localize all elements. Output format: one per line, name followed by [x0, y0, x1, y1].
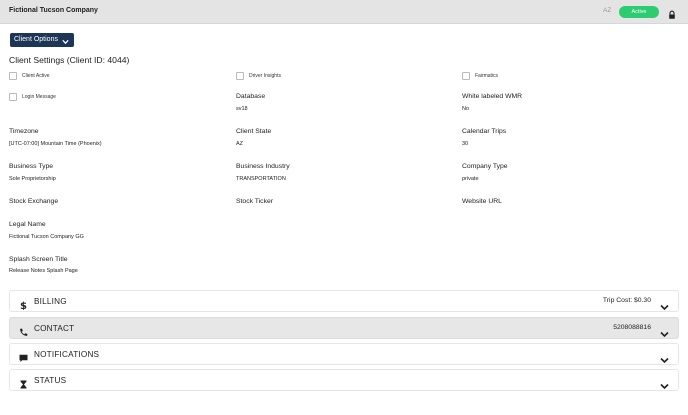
calendar-trips-label: Calendar Trips — [462, 128, 507, 135]
login-message-checkbox-row[interactable]: Login Message — [9, 93, 56, 101]
fairmatics-checkbox-row[interactable]: Fairmatics — [462, 72, 498, 80]
chevron-down-icon[interactable] — [660, 351, 669, 364]
hourglass-icon — [19, 376, 28, 389]
login-message-checkbox[interactable] — [9, 93, 17, 101]
chevron-down-icon[interactable] — [660, 298, 669, 311]
timezone-value: [UTC-07:00] Mountain Time (Phoenix) — [9, 141, 102, 147]
company-type-value: private — [462, 176, 479, 182]
trip-cost: Trip Cost: $0.30 — [602, 297, 651, 304]
business-industry-label: Business Industry — [236, 163, 290, 170]
client-active-label: Client Active — [22, 73, 50, 79]
panel-billing[interactable]: $ BILLING Trip Cost: $0.30 — [9, 290, 679, 312]
state-code: AZ — [603, 7, 612, 14]
client-options-label: Client Options — [14, 36, 58, 43]
fairmatics-checkbox[interactable] — [462, 72, 470, 80]
driver-insights-label: Driver Insights — [249, 73, 281, 79]
splash-title-label: Splash Screen Title — [9, 256, 68, 263]
svg-text:$: $ — [20, 301, 27, 310]
contact-phone: 5208088816 — [613, 324, 651, 331]
legal-name-value: Fictional Tucson Company GG — [9, 234, 84, 240]
company-type-label: Company Type — [462, 163, 508, 170]
panel-status-title: STATUS — [34, 376, 67, 385]
top-bar: Fictional Tucson Company AZ Active — [0, 0, 688, 24]
company-name: Fictional Tucson Company — [9, 7, 98, 14]
splash-title-value: Release Notes Splash Page — [9, 268, 78, 274]
status-badge[interactable]: Active — [619, 6, 659, 18]
stock-exchange-label: Stock Exchange — [9, 198, 59, 205]
panel-billing-title: BILLING — [34, 297, 67, 306]
panel-contact[interactable]: CONTACT 5208088816 — [9, 317, 679, 339]
driver-insights-checkbox[interactable] — [236, 72, 244, 80]
dollar-icon: $ — [19, 297, 28, 312]
client-active-checkbox-row[interactable]: Client Active — [9, 72, 50, 80]
panel-contact-title: CONTACT — [34, 324, 75, 333]
white-label-label: White labeled WMR — [462, 93, 523, 100]
database-value: sv18 — [236, 106, 248, 112]
fairmatics-label: Fairmatics — [475, 73, 499, 79]
client-active-checkbox[interactable] — [9, 72, 17, 80]
chevron-down-icon — [62, 37, 69, 45]
comment-icon — [19, 350, 28, 362]
panel-status[interactable]: STATUS — [9, 369, 679, 391]
client-state-value: AZ — [236, 141, 244, 147]
website-url-label: Website URL — [462, 198, 502, 205]
database-label: Database — [236, 93, 266, 100]
chevron-down-icon[interactable] — [660, 325, 669, 338]
business-type-label: Business Type — [9, 163, 54, 170]
legal-name-label: Legal Name — [9, 221, 46, 228]
page-title: Client Settings (Client ID: 4044) — [9, 55, 130, 65]
business-type-value: Sole Proprietorship — [9, 176, 56, 182]
phone-icon — [19, 324, 28, 336]
chevron-down-icon[interactable] — [660, 377, 669, 390]
driver-insights-checkbox-row[interactable]: Driver Insights — [236, 72, 281, 80]
panel-notifications-title: NOTIFICATIONS — [34, 350, 100, 359]
timezone-label: Timezone — [9, 128, 39, 135]
stock-ticker-label: Stock Ticker — [236, 198, 274, 205]
lock-icon[interactable] — [667, 7, 677, 19]
client-state-label: Client State — [236, 128, 272, 135]
panel-notifications[interactable]: NOTIFICATIONS — [9, 343, 679, 365]
client-options-button[interactable]: Client Options — [10, 33, 74, 47]
white-label-value: No — [462, 106, 470, 112]
calendar-trips-value: 30 — [462, 141, 469, 147]
business-industry-value: TRANSPORTATION — [236, 176, 286, 182]
login-message-label: Login Message — [22, 94, 56, 100]
